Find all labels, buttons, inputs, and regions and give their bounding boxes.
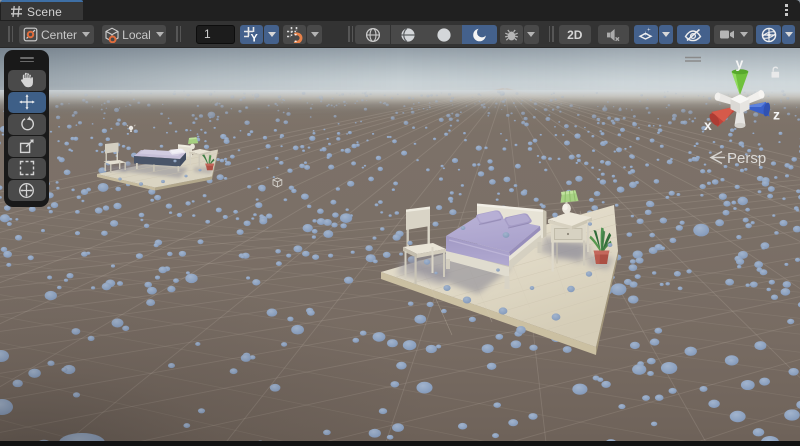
svg-text:z: z [773,107,780,123]
svg-text:Y: Y [251,33,259,44]
svg-text:Persp: Persp [727,150,766,167]
svg-text:x: x [704,117,712,133]
svg-text:y: y [736,55,744,71]
